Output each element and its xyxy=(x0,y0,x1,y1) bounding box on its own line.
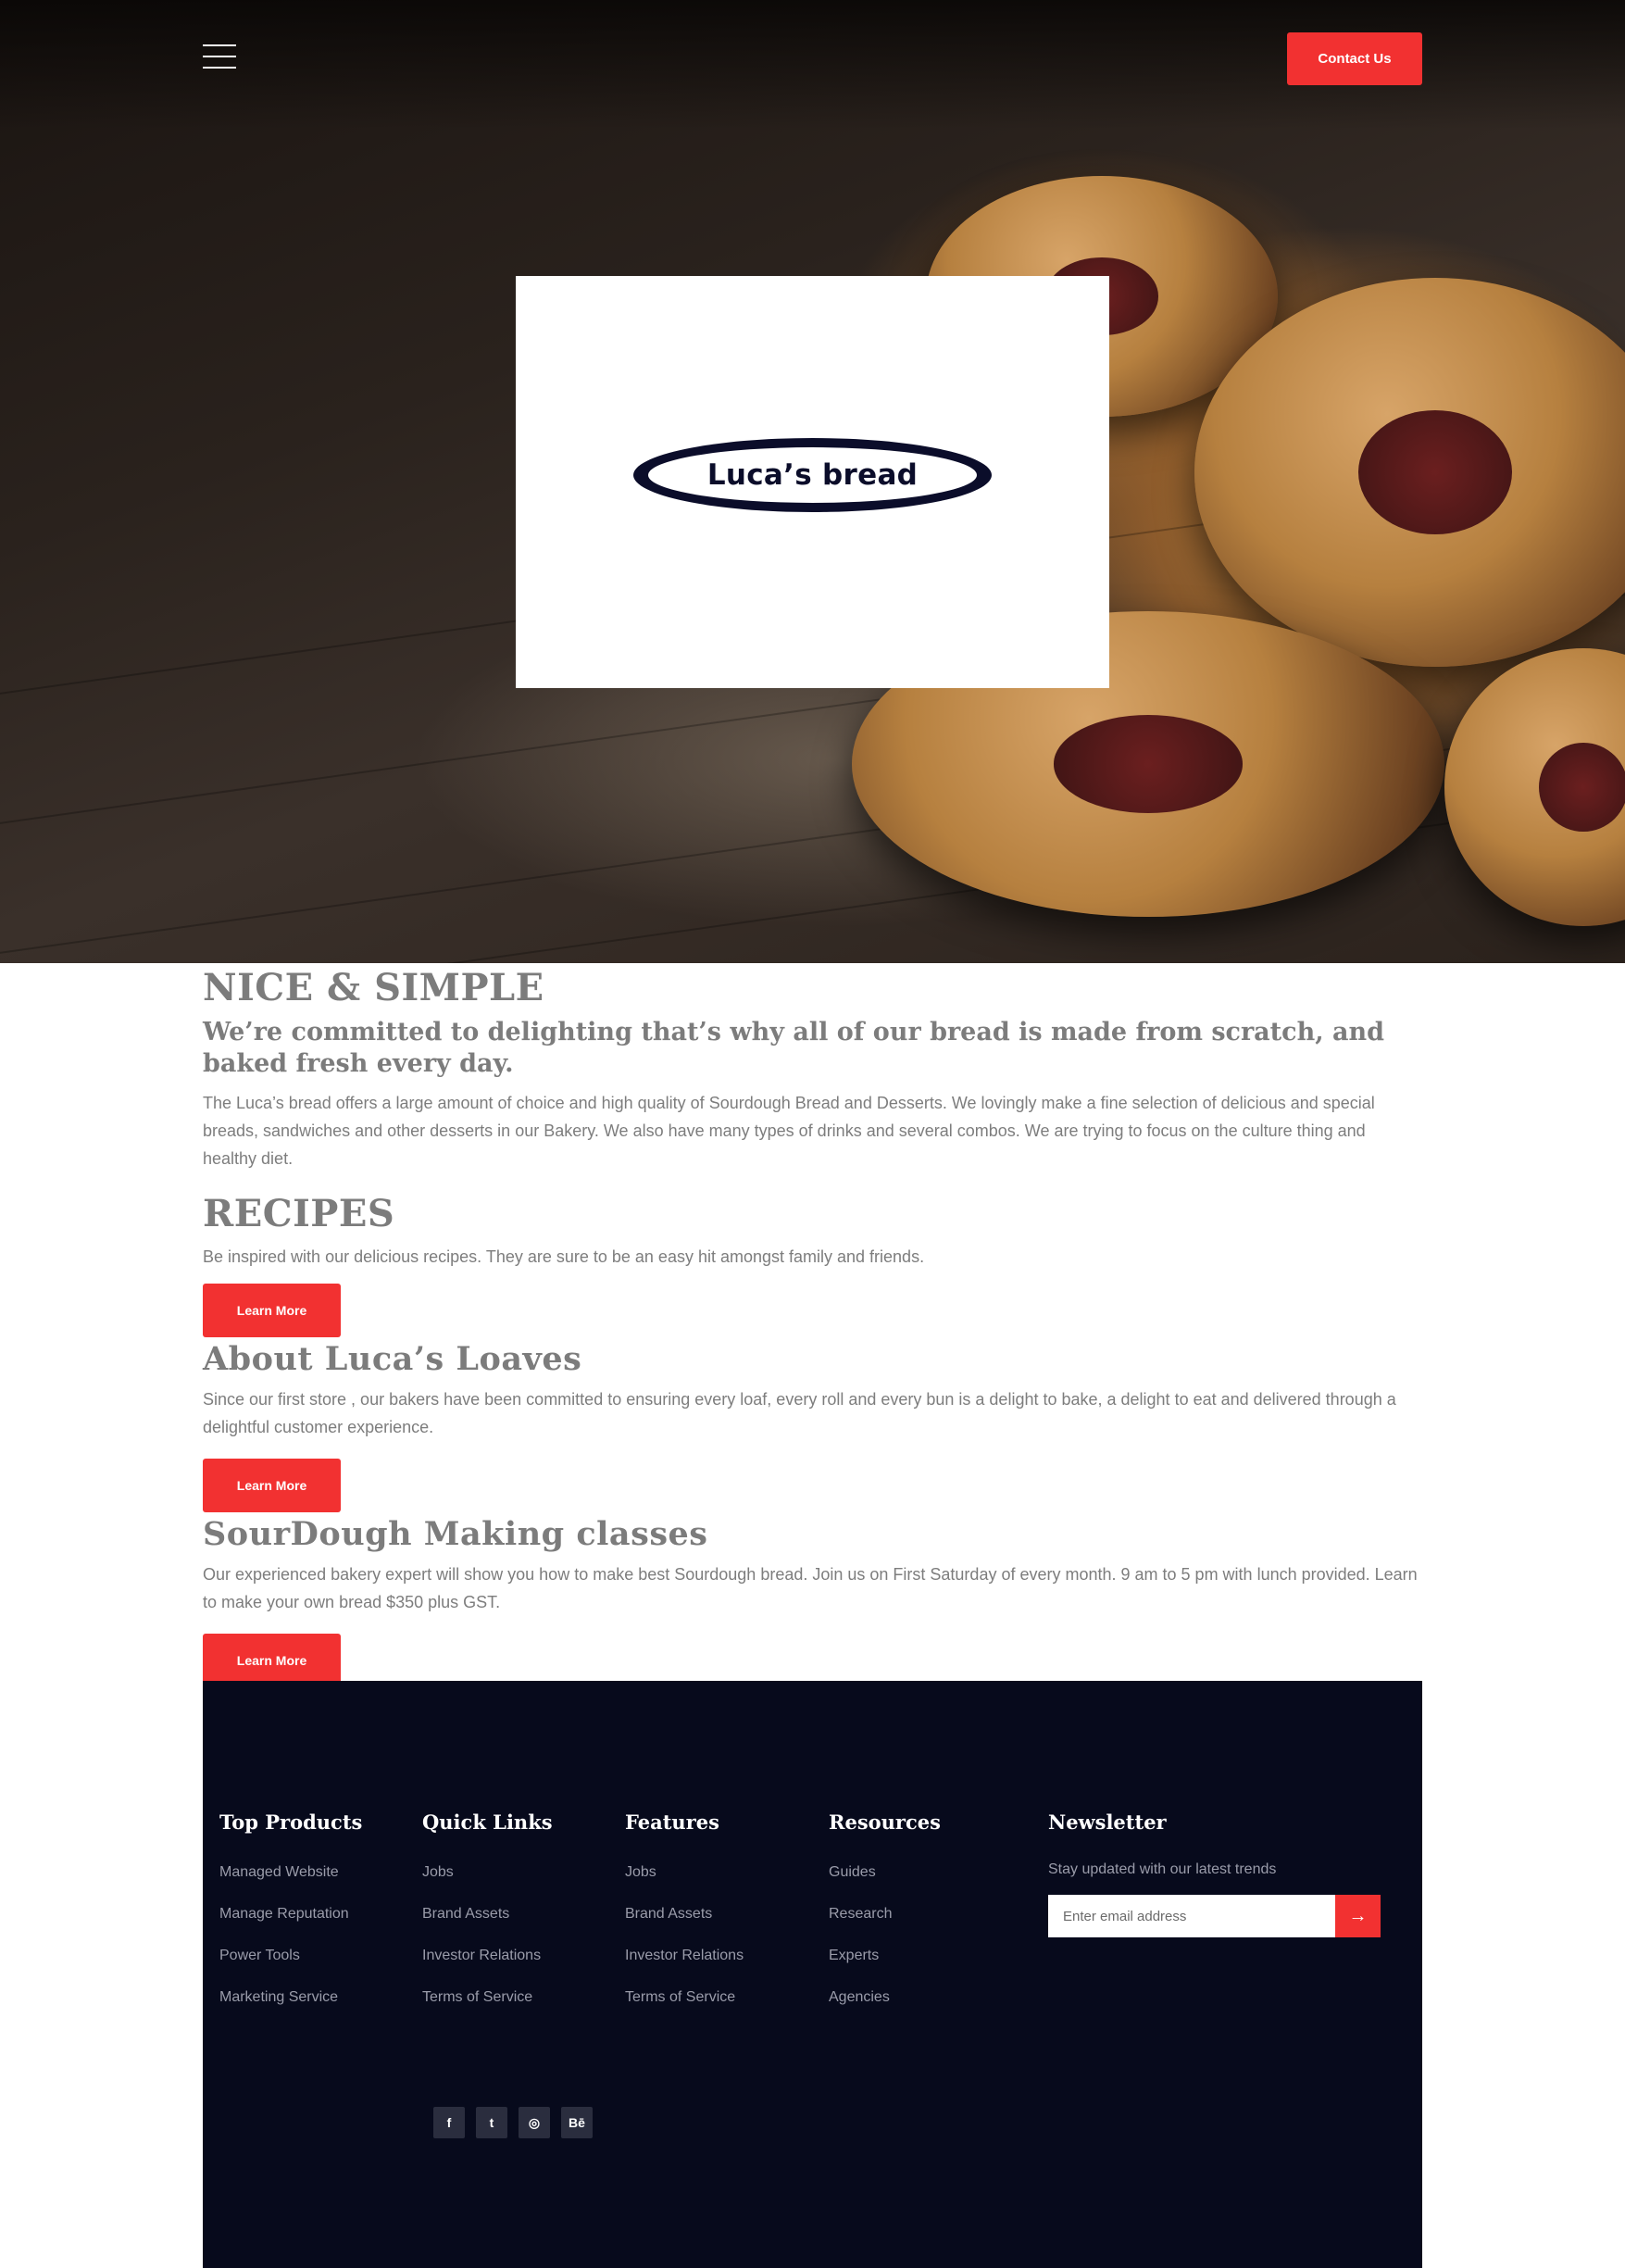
footer-link[interactable]: Power Tools xyxy=(219,1945,362,1966)
logo-card: Luca’s bread xyxy=(516,276,1109,688)
about-title: About Luca’s Loaves xyxy=(203,1340,582,1378)
intro-body: The Luca’s bread offers a large amount o… xyxy=(203,1094,1375,1168)
classes-title: SourDough Making classes xyxy=(203,1515,708,1553)
footer-column-features: Features Jobs Brand Assets Investor Rela… xyxy=(625,1811,744,2028)
footer-column-title: Quick Links xyxy=(422,1811,553,1834)
arrow-right-icon: → xyxy=(1348,1905,1368,1926)
footer-link[interactable]: Agencies xyxy=(829,1986,941,2008)
footer-link[interactable]: Terms of Service xyxy=(422,1986,553,2008)
facebook-icon[interactable]: f xyxy=(433,2107,465,2138)
footer-link[interactable]: Research xyxy=(829,1903,941,1924)
footer-link[interactable]: Manage Reputation xyxy=(219,1903,362,1924)
footer-link[interactable]: Marketing Service xyxy=(219,1986,362,2008)
about-body: Since our first store , our bakers have … xyxy=(203,1390,1396,1436)
newsletter-submit-button[interactable]: → xyxy=(1335,1895,1381,1937)
footer-link[interactable]: Experts xyxy=(829,1945,941,1966)
recipes-body: Be inspired with our delicious recipes. … xyxy=(203,1247,925,1266)
newsletter-description: Stay updated with our latest trends xyxy=(1048,1861,1277,1877)
recipes-title: RECIPES xyxy=(203,1192,395,1235)
contact-us-button[interactable]: Contact Us xyxy=(1287,32,1422,85)
footer-newsletter: Newsletter Stay updated with our latest … xyxy=(1048,1811,1381,1937)
logo-oval: Luca’s bread xyxy=(633,438,992,512)
twitter-icon[interactable]: t xyxy=(476,2107,507,2138)
footer-column-top-products: Top Products Managed Website Manage Repu… xyxy=(219,1811,362,2028)
footer-column-resources: Resources Guides Research Experts Agenci… xyxy=(829,1811,941,2028)
hamburger-icon[interactable] xyxy=(203,44,236,70)
intro-subtitle: We’re committed to delighting that’s why… xyxy=(203,1018,1385,1078)
social-links: f t ◎ Bē xyxy=(433,2107,593,2138)
footer-link[interactable]: Managed Website xyxy=(219,1861,362,1883)
brand-logo: Luca’s bread xyxy=(701,458,924,492)
footer-link[interactable]: Terms of Service xyxy=(625,1986,744,2008)
footer-link[interactable]: Guides xyxy=(829,1861,941,1883)
hero-banner: Contact Us Luca’s bread xyxy=(0,0,1625,963)
footer-column-title: Resources xyxy=(829,1811,941,1834)
footer-link[interactable]: Brand Assets xyxy=(625,1903,744,1924)
footer-column-quick-links: Quick Links Jobs Brand Assets Investor R… xyxy=(422,1811,553,2028)
footer-link[interactable]: Jobs xyxy=(422,1861,553,1883)
classes-body: Our experienced bakery expert will show … xyxy=(203,1565,1418,1611)
footer-link[interactable]: Jobs xyxy=(625,1861,744,1883)
newsletter-title: Newsletter xyxy=(1048,1811,1167,1834)
intro-title: NICE & SIMPLE xyxy=(203,966,544,1009)
about-learn-more-button[interactable]: Learn More xyxy=(203,1459,341,1512)
footer-link[interactable]: Investor Relations xyxy=(422,1945,553,1966)
footer-link[interactable]: Investor Relations xyxy=(625,1945,744,1966)
classes-learn-more-button[interactable]: Learn More xyxy=(203,1634,341,1687)
newsletter-email-input[interactable] xyxy=(1048,1895,1335,1937)
footer-column-title: Top Products xyxy=(219,1811,363,1834)
main-content: NICE & SIMPLE We’re committed to delight… xyxy=(203,965,1422,1687)
dribbble-icon[interactable]: ◎ xyxy=(519,2107,550,2138)
pastry-image xyxy=(1444,648,1625,926)
footer-column-title: Features xyxy=(625,1811,719,1834)
footer: Top Products Managed Website Manage Repu… xyxy=(203,1681,1422,2268)
newsletter-form: → xyxy=(1048,1895,1381,1937)
footer-link[interactable]: Brand Assets xyxy=(422,1903,553,1924)
behance-icon[interactable]: Bē xyxy=(561,2107,593,2138)
recipes-learn-more-button[interactable]: Learn More xyxy=(203,1284,341,1337)
